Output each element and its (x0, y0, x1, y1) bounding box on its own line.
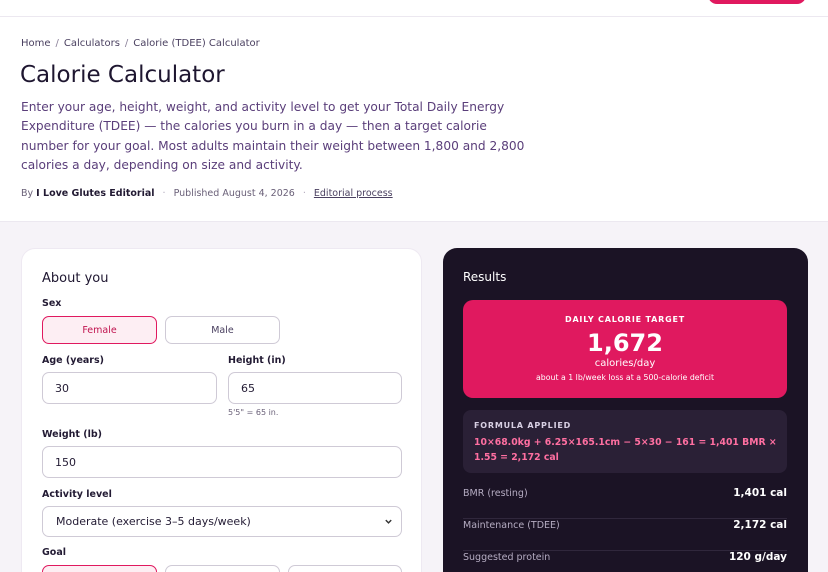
formula-label: FORMULA APPLIED (474, 421, 572, 430)
sex-label: Sex (42, 298, 62, 309)
breadcrumb-separator: / (55, 38, 59, 49)
activity-select-value: Moderate (exercise 3–5 days/week) (56, 515, 251, 528)
age-input[interactable]: 30 (42, 372, 217, 404)
header-cta-button[interactable] (708, 0, 806, 4)
result-row-label: Maintenance (TDEE) (463, 520, 560, 531)
height-hint: 5'5" = 65 in. (228, 408, 279, 417)
byline-published: Published August 4, 2026 (173, 188, 295, 199)
daily-target-value: 1,672 (587, 329, 663, 357)
breadcrumb-home[interactable]: Home (21, 38, 51, 49)
daily-target-label: DAILY CALORIE TARGET (565, 315, 685, 324)
sex-female-button[interactable]: Female (42, 316, 157, 344)
age-label: Age (years) (42, 355, 104, 366)
byline: By I Love Glutes Editorial · Published A… (21, 188, 393, 199)
height-input[interactable]: 65 (228, 372, 402, 404)
goal-option-3-button[interactable] (288, 565, 402, 572)
sex-male-button[interactable]: Male (165, 316, 280, 344)
byline-dot: · (302, 188, 306, 199)
byline-author-wrap: By I Love Glutes Editorial (21, 188, 155, 199)
result-row-value: 1,401 cal (733, 487, 787, 499)
about-you-heading: About you (42, 271, 109, 286)
byline-dot: · (162, 188, 166, 199)
breadcrumb: Home / Calculators / Calorie (TDEE) Calc… (21, 38, 260, 49)
formula-text: 10×68.0kg + 6.25×165.1cm − 5×30 − 161 = … (474, 437, 777, 463)
breadcrumb-current: Calorie (TDEE) Calculator (133, 38, 260, 49)
weight-input[interactable]: 150 (42, 446, 402, 478)
byline-author: I Love Glutes Editorial (36, 188, 155, 199)
breadcrumb-calculators[interactable]: Calculators (64, 38, 120, 49)
result-row-value: 2,172 cal (733, 519, 787, 531)
formula-box: FORMULA APPLIED 10×68.0kg + 6.25×165.1cm… (463, 410, 787, 473)
about-you-card: About you Sex Female Male Age (years) 30… (21, 248, 422, 572)
page-intro: Enter your age, height, weight, and acti… (21, 100, 525, 172)
height-label: Height (in) (228, 355, 286, 366)
page-hero: Home / Calculators / Calorie (TDEE) Calc… (0, 17, 828, 222)
chevron-down-icon (385, 519, 392, 524)
weight-label: Weight (lb) (42, 429, 102, 440)
site-header (0, 0, 828, 17)
byline-prefix: By (21, 188, 34, 199)
page-title: Calorie Calculator (20, 62, 225, 88)
daily-target-unit: calories/day (594, 358, 656, 369)
results-heading: Results (463, 270, 507, 284)
result-row-label: Suggested protein (463, 552, 551, 563)
daily-target-note: about a 1 lb/week loss at a 500-calorie … (536, 373, 714, 382)
result-row-tdee: Maintenance (TDEE) 2,172 cal (463, 519, 787, 551)
goal-label: Goal (42, 547, 66, 558)
daily-target-box: DAILY CALORIE TARGET 1,672 calories/day … (463, 300, 787, 398)
activity-label: Activity level (42, 489, 112, 500)
goal-option-2-button[interactable] (165, 565, 280, 572)
results-panel: Results DAILY CALORIE TARGET 1,672 calor… (443, 248, 808, 572)
result-row-bmr: BMR (resting) 1,401 cal (463, 487, 787, 519)
breadcrumb-separator: / (124, 38, 129, 49)
result-row-protein: Suggested protein 120 g/day (463, 551, 787, 572)
editorial-process-link[interactable]: Editorial process (314, 188, 393, 199)
result-row-label: BMR (resting) (463, 488, 528, 499)
activity-select[interactable]: Moderate (exercise 3–5 days/week) (42, 506, 402, 537)
goal-option-1-button[interactable] (42, 565, 157, 572)
result-row-value: 120 g/day (728, 551, 787, 563)
